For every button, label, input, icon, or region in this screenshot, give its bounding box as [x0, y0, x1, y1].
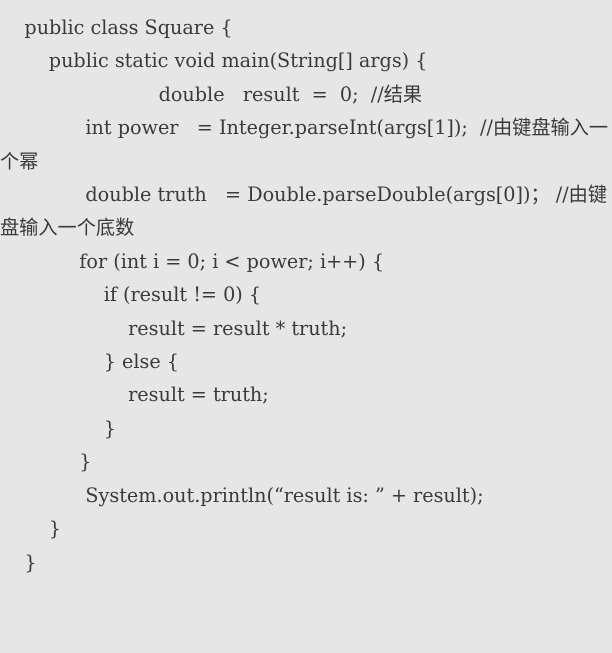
code-line: for (int i = 0; i < power; i++) { — [0, 249, 385, 273]
code-line: double result = 0; //结果 — [0, 82, 423, 106]
code-line: } — [0, 450, 92, 474]
code-line: public class Square { — [0, 16, 233, 39]
code-line: if (result != 0) { — [0, 283, 262, 307]
code-line: } — [0, 517, 62, 541]
code-line: } else { — [0, 350, 179, 374]
code-line: public static void main(String[] args) { — [0, 49, 428, 73]
code-line: } — [0, 550, 37, 574]
code-block[interactable]: public class Square { public static void… — [0, 0, 612, 579]
code-line: result = result * truth; — [0, 316, 348, 340]
code-line: int power = Integer.parseInt(args[1]); /… — [0, 116, 609, 173]
code-line: double truth = Double.parseDouble(args[0… — [0, 183, 608, 240]
code-line: result = truth; — [0, 383, 269, 407]
code-line: System.out.println(“result is: ” + resul… — [0, 483, 484, 507]
code-surface: public class Square { public static void… — [0, 0, 612, 653]
code-line: } — [0, 416, 116, 440]
